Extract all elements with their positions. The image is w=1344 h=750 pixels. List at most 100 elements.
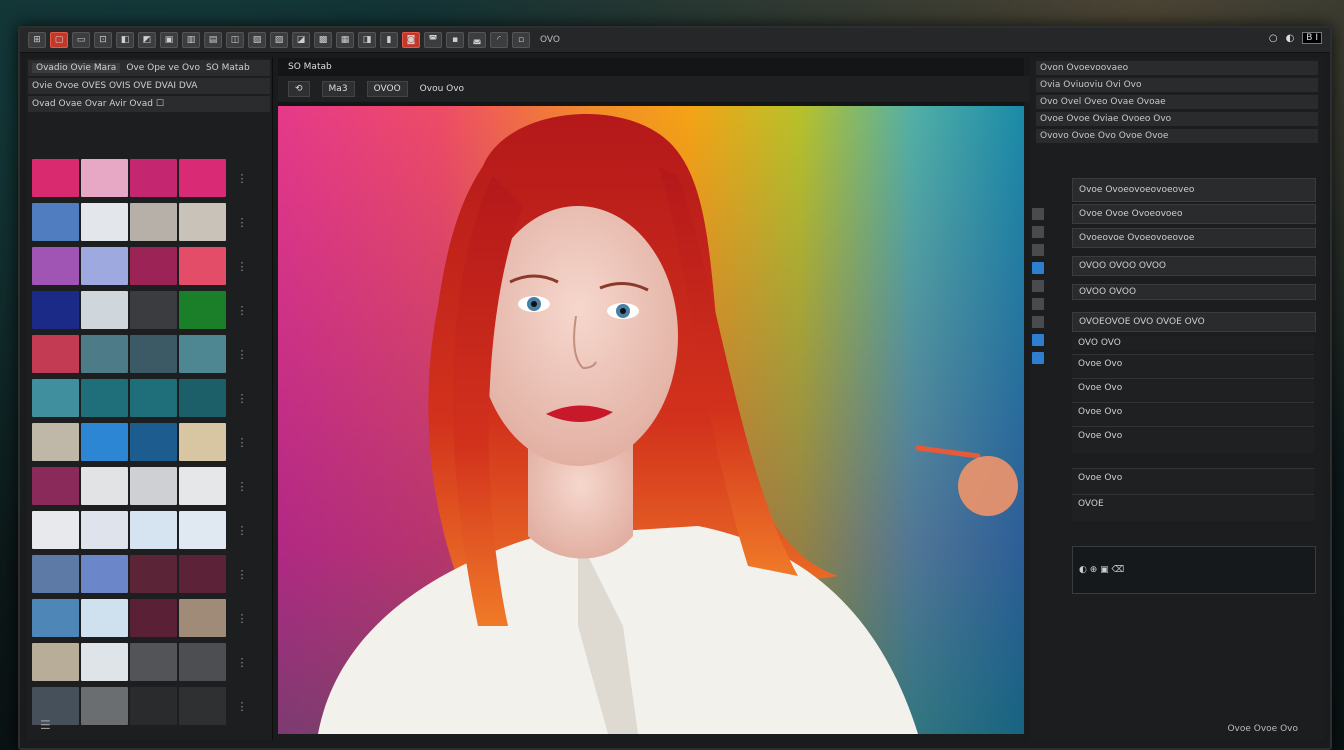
- color-swatch[interactable]: [179, 599, 226, 637]
- side-icon-9[interactable]: [1032, 352, 1044, 364]
- tool-button-15[interactable]: ▦: [336, 32, 354, 48]
- tool-option-1[interactable]: Ma3: [321, 81, 355, 97]
- side-icon-2[interactable]: [1032, 226, 1044, 238]
- swatch-row-menu-icon[interactable]: ⋮: [232, 476, 252, 496]
- color-swatch[interactable]: [130, 159, 177, 197]
- side-icon-3[interactable]: [1032, 244, 1044, 256]
- status-icon-2[interactable]: ◐: [1286, 33, 1295, 44]
- tool-button-7[interactable]: ▣: [160, 32, 178, 48]
- color-swatch[interactable]: [81, 159, 128, 197]
- left-tab-2[interactable]: Ove Ope ve Ovo: [126, 63, 200, 73]
- tool-option-2[interactable]: OVOO: [366, 81, 408, 97]
- side-icon-6[interactable]: [1032, 298, 1044, 310]
- adjustments-row-2[interactable]: Ovoeovoe Ovoeovoeovoe: [1072, 228, 1316, 248]
- color-swatch[interactable]: [81, 247, 128, 285]
- color-swatch[interactable]: [130, 203, 177, 241]
- tool-button-16[interactable]: ◨: [358, 32, 376, 48]
- layer-item-3[interactable]: Ovoe Ovo: [1072, 402, 1314, 429]
- tool-button-11[interactable]: ▧: [248, 32, 266, 48]
- tool-button-10[interactable]: ◫: [226, 32, 244, 48]
- layer-row-active[interactable]: OVOEOVOE OVO OVOE OVO: [1072, 312, 1316, 332]
- color-swatch[interactable]: [32, 511, 79, 549]
- tool-button-14[interactable]: ▩: [314, 32, 332, 48]
- color-swatch[interactable]: [130, 555, 177, 593]
- color-swatch[interactable]: [81, 599, 128, 637]
- left-filter-label[interactable]: Ovad Ovae Ovar Avir Ovad ☐: [32, 99, 164, 109]
- color-swatch[interactable]: [130, 379, 177, 417]
- color-swatch[interactable]: [179, 203, 226, 241]
- rotate-tool-button[interactable]: ⟲: [288, 81, 310, 97]
- tool-button-9[interactable]: ▤: [204, 32, 222, 48]
- color-swatch[interactable]: [32, 643, 79, 681]
- properties-row-3[interactable]: Ovovo Ovoe Ovo Ovoe Ovoe: [1036, 129, 1318, 143]
- left-tab-3[interactable]: SO Matab: [206, 63, 250, 73]
- color-swatch[interactable]: [32, 203, 79, 241]
- side-icon-8[interactable]: [1032, 334, 1044, 346]
- color-swatch[interactable]: [81, 643, 128, 681]
- status-icon-1[interactable]: ○: [1269, 33, 1278, 44]
- layer-item-5[interactable]: Ovoe Ovo: [1072, 468, 1314, 495]
- tool-button-8[interactable]: ▥: [182, 32, 200, 48]
- color-swatch[interactable]: [130, 511, 177, 549]
- tool-button-12[interactable]: ▨: [270, 32, 288, 48]
- tool-button-4[interactable]: ⊡: [94, 32, 112, 48]
- color-swatch[interactable]: [81, 379, 128, 417]
- color-swatch[interactable]: [130, 467, 177, 505]
- color-swatch[interactable]: [179, 159, 226, 197]
- adjustments-row-1[interactable]: Ovoe Ovoe Ovoeovoeo: [1072, 204, 1316, 224]
- left-tab-1[interactable]: Ovadio Ovie Mara: [32, 63, 121, 73]
- layer-item-6[interactable]: OVOE: [1072, 494, 1314, 521]
- adjustments-row-3[interactable]: OVOO OVOO OVOO: [1072, 256, 1316, 276]
- color-swatch[interactable]: [179, 379, 226, 417]
- properties-row-1[interactable]: Ovo Ovel Oveo Ovae Ovoae: [1036, 95, 1318, 109]
- color-swatch[interactable]: [130, 335, 177, 373]
- swatch-row-menu-icon[interactable]: ⋮: [232, 212, 252, 232]
- side-icon-4[interactable]: [1032, 262, 1044, 274]
- color-swatch[interactable]: [32, 291, 79, 329]
- color-swatch[interactable]: [32, 159, 79, 197]
- color-swatch[interactable]: [32, 467, 79, 505]
- tool-button-18[interactable]: ◙: [402, 32, 420, 48]
- tool-button-13[interactable]: ◪: [292, 32, 310, 48]
- color-swatch[interactable]: [179, 335, 226, 373]
- color-swatch[interactable]: [179, 467, 226, 505]
- tool-button-3[interactable]: ▭: [72, 32, 90, 48]
- layers-header[interactable]: Ovon Ovoevoovaeo: [1036, 61, 1318, 75]
- color-swatch[interactable]: [130, 247, 177, 285]
- swatch-row-menu-icon[interactable]: ⋮: [232, 344, 252, 364]
- swatch-row-menu-icon[interactable]: ⋮: [232, 520, 252, 540]
- color-swatch[interactable]: [81, 203, 128, 241]
- swatch-row-menu-icon[interactable]: ⋮: [232, 256, 252, 276]
- layer-item-2[interactable]: Ovoe Ovo: [1072, 378, 1314, 405]
- tool-button-1[interactable]: ⊞: [28, 32, 46, 48]
- tool-button-20[interactable]: ▪: [446, 32, 464, 48]
- color-swatch[interactable]: [179, 643, 226, 681]
- color-swatch[interactable]: [179, 511, 226, 549]
- color-swatch[interactable]: [179, 423, 226, 461]
- swatch-row-menu-icon[interactable]: ⋮: [232, 696, 252, 716]
- swatch-row-menu-icon[interactable]: ⋮: [232, 300, 252, 320]
- color-swatch[interactable]: [32, 423, 79, 461]
- side-icon-1[interactable]: [1032, 208, 1044, 220]
- properties-row-2[interactable]: Ovoe Ovoe Oviae Ovoeo Ovo: [1036, 112, 1318, 126]
- tool-button-5[interactable]: ◧: [116, 32, 134, 48]
- color-swatch[interactable]: [179, 247, 226, 285]
- color-swatch[interactable]: [81, 687, 128, 725]
- tool-button-19[interactable]: ◚: [424, 32, 442, 48]
- color-swatch[interactable]: [81, 511, 128, 549]
- left-options-label[interactable]: Ovie Ovoe OVES OVIS OVE DVAI DVA: [32, 81, 197, 91]
- side-icon-5[interactable]: [1032, 280, 1044, 292]
- tool-button-2[interactable]: ▢: [50, 32, 68, 48]
- swatch-row-menu-icon[interactable]: ⋮: [232, 652, 252, 672]
- swatch-row-menu-icon[interactable]: ⋮: [232, 388, 252, 408]
- tool-button-21[interactable]: ◛: [468, 32, 486, 48]
- photo-canvas[interactable]: [278, 106, 1024, 734]
- color-swatch[interactable]: [81, 467, 128, 505]
- color-swatch[interactable]: [81, 291, 128, 329]
- color-swatch[interactable]: [32, 379, 79, 417]
- color-swatch[interactable]: [32, 335, 79, 373]
- color-swatch[interactable]: [130, 291, 177, 329]
- tool-button-22[interactable]: ◜: [490, 32, 508, 48]
- color-swatch[interactable]: [81, 555, 128, 593]
- color-swatch[interactable]: [32, 599, 79, 637]
